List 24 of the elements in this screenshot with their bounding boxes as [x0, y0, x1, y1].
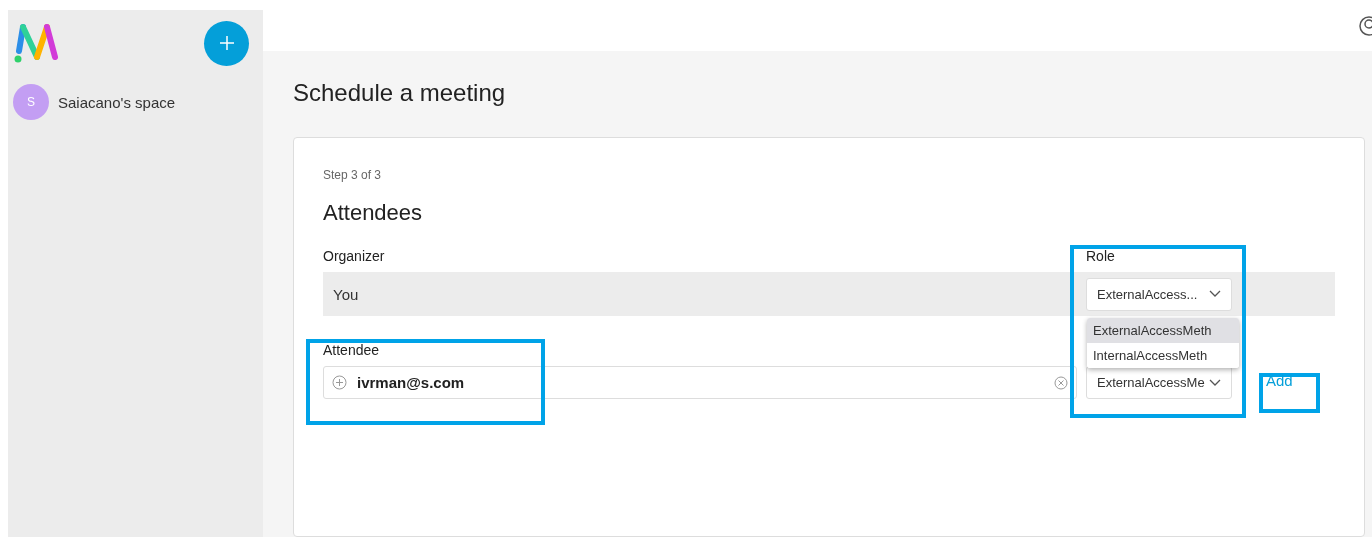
organizer-name: You — [332, 285, 360, 303]
page-title: Schedule a meeting — [293, 79, 507, 107]
chevron-down-icon — [1209, 290, 1221, 298]
role-label: Role — [1086, 248, 1115, 264]
email-input[interactable]: ivrman@s.com — [355, 373, 1046, 392]
attendee-label: Attendee — [323, 342, 380, 358]
chevron-down-icon — [1209, 378, 1221, 387]
new-button[interactable] — [204, 20, 249, 66]
logo-icon — [13, 21, 59, 65]
role-select[interactable]: ExternalAccess... — [1086, 277, 1232, 311]
plus-icon — [218, 35, 235, 51]
step-label: Step 3 of 3 — [323, 168, 383, 182]
clear-icon[interactable] — [1054, 375, 1068, 390]
attendee-field[interactable]: ivrman@s.com — [323, 366, 1077, 399]
role-select[interactable]: ExternalAccessMe — [1086, 366, 1232, 399]
highlight-frame — [1259, 373, 1320, 413]
avatar: S — [13, 84, 49, 120]
organizer-label: Organizer — [323, 248, 386, 264]
menu-option[interactable]: InternalAccessMeth — [1087, 343, 1239, 368]
user-icon[interactable] — [1358, 14, 1372, 37]
add-circle-icon — [332, 375, 347, 390]
menu-option[interactable]: ExternalAccessMeth — [1087, 318, 1239, 343]
space-name[interactable]: Saiacano's space — [58, 93, 176, 111]
section-title: Attendees — [323, 200, 424, 226]
